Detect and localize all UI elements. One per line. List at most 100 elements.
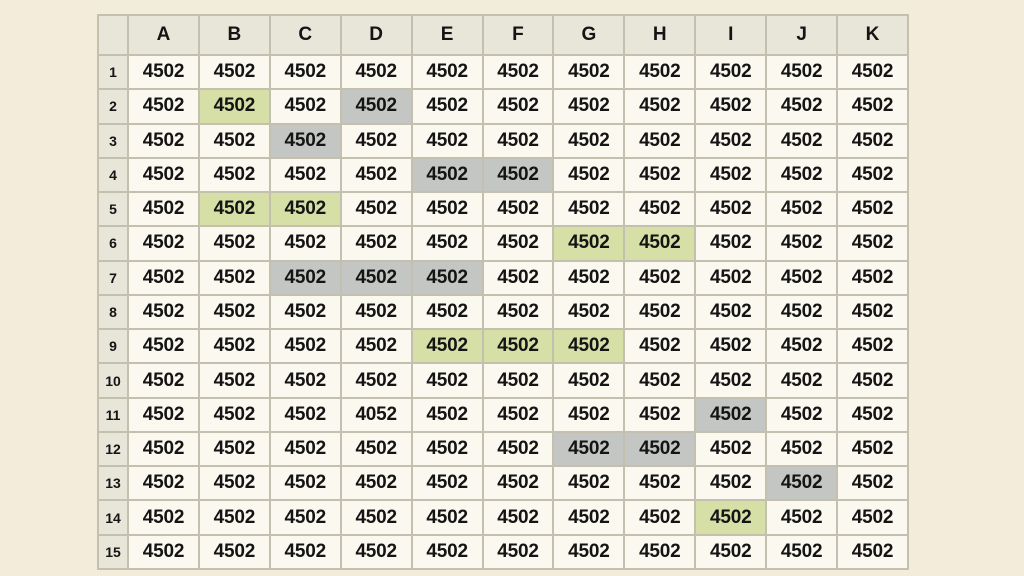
grid-cell[interactable]: 4502 <box>268 88 342 125</box>
grid-cell[interactable]: 4502 <box>410 293 484 331</box>
grid-cell[interactable]: 4502 <box>481 88 555 125</box>
grid-cell-highlight-green[interactable]: 4502 <box>197 88 271 125</box>
grid-cell-highlight-green[interactable]: 4502 <box>552 328 626 365</box>
grid-cell[interactable]: 4502 <box>127 191 200 228</box>
grid-cell[interactable]: 4502 <box>552 156 626 194</box>
grid-cell[interactable]: 4502 <box>127 430 200 468</box>
grid-cell[interactable]: 4502 <box>765 53 839 91</box>
grid-cell[interactable]: 4502 <box>481 225 555 262</box>
grid-cell[interactable]: 4502 <box>623 362 697 399</box>
grid-cell[interactable]: 4502 <box>197 293 271 331</box>
grid-cell[interactable]: 4502 <box>836 88 909 125</box>
grid-cell[interactable]: 4502 <box>552 53 626 91</box>
grid-cell[interactable]: 4502 <box>268 465 342 502</box>
grid-cell[interactable]: 4502 <box>836 156 909 194</box>
grid-cell[interactable]: 4502 <box>552 465 626 502</box>
grid-cell-highlight-green[interactable]: 4502 <box>268 191 342 228</box>
grid-cell[interactable]: 4502 <box>339 293 413 331</box>
grid-cell[interactable]: 4502 <box>197 499 271 536</box>
grid-cell[interactable]: 4502 <box>694 53 768 91</box>
grid-cell[interactable]: 4502 <box>623 53 697 91</box>
grid-cell[interactable]: 4502 <box>623 396 697 433</box>
grid-cell[interactable]: 4502 <box>127 122 200 159</box>
grid-cell-highlight-gray[interactable]: 4502 <box>765 465 839 502</box>
grid-cell[interactable]: 4502 <box>127 88 200 125</box>
grid-cell[interactable]: 4502 <box>836 328 909 365</box>
grid-cell-highlight-gray[interactable]: 4502 <box>268 259 342 296</box>
grid-cell[interactable]: 4502 <box>268 156 342 194</box>
grid-cell[interactable]: 4502 <box>268 362 342 399</box>
grid-cell[interactable]: 4502 <box>339 328 413 365</box>
grid-cell[interactable]: 4502 <box>481 293 555 331</box>
grid-cell[interactable]: 4502 <box>765 259 839 296</box>
grid-cell[interactable]: 4502 <box>127 53 200 91</box>
grid-cell[interactable]: 4502 <box>481 362 555 399</box>
grid-cell[interactable]: 4502 <box>197 156 271 194</box>
grid-cell[interactable]: 4502 <box>339 53 413 91</box>
grid-cell[interactable]: 4502 <box>197 53 271 91</box>
grid-cell[interactable]: 4502 <box>694 156 768 194</box>
grid-cell[interactable]: 4502 <box>836 396 909 433</box>
grid-cell[interactable]: 4502 <box>197 362 271 399</box>
grid-cell[interactable]: 4502 <box>765 156 839 194</box>
grid-cell-highlight-green[interactable]: 4502 <box>623 225 697 262</box>
grid-cell[interactable]: 4502 <box>623 191 697 228</box>
grid-cell[interactable]: 4502 <box>623 465 697 502</box>
grid-cell[interactable]: 4502 <box>481 259 555 296</box>
grid-cell[interactable]: 4502 <box>552 533 626 571</box>
grid-cell[interactable]: 4502 <box>836 122 909 159</box>
grid-cell[interactable]: 4502 <box>836 465 909 502</box>
grid-cell[interactable]: 4502 <box>339 362 413 399</box>
grid-cell-highlight-green[interactable]: 4502 <box>694 499 768 536</box>
grid-cell[interactable]: 4502 <box>410 430 484 468</box>
grid-cell[interactable]: 4502 <box>765 499 839 536</box>
grid-cell[interactable]: 4502 <box>410 499 484 536</box>
grid-cell[interactable]: 4502 <box>765 191 839 228</box>
grid-cell-highlight-gray[interactable]: 4502 <box>268 122 342 159</box>
grid-cell[interactable]: 4502 <box>197 259 271 296</box>
grid-cell[interactable]: 4502 <box>481 499 555 536</box>
grid-cell[interactable]: 4502 <box>268 430 342 468</box>
grid-cell[interactable]: 4502 <box>127 362 200 399</box>
grid-cell[interactable]: 4502 <box>694 362 768 399</box>
grid-cell[interactable]: 4502 <box>765 430 839 468</box>
grid-cell[interactable]: 4502 <box>127 328 200 365</box>
grid-cell[interactable]: 4502 <box>410 533 484 571</box>
grid-cell[interactable]: 4502 <box>127 499 200 536</box>
grid-cell[interactable]: 4502 <box>481 122 555 159</box>
grid-cell[interactable]: 4502 <box>623 122 697 159</box>
grid-cell[interactable]: 4502 <box>339 122 413 159</box>
grid-cell[interactable]: 4502 <box>694 122 768 159</box>
grid-cell-highlight-gray[interactable]: 4502 <box>552 430 626 468</box>
grid-cell[interactable]: 4502 <box>694 293 768 331</box>
grid-cell[interactable]: 4502 <box>197 533 271 571</box>
grid-cell[interactable]: 4502 <box>127 259 200 296</box>
grid-cell[interactable]: 4502 <box>410 225 484 262</box>
grid-cell[interactable]: 4502 <box>552 499 626 536</box>
grid-cell[interactable]: 4502 <box>836 499 909 536</box>
grid-cell[interactable]: 4502 <box>127 225 200 262</box>
grid-cell[interactable]: 4502 <box>197 328 271 365</box>
grid-cell[interactable]: 4502 <box>765 225 839 262</box>
grid-cell[interactable]: 4502 <box>268 328 342 365</box>
grid-cell[interactable]: 4502 <box>410 191 484 228</box>
grid-cell[interactable]: 4502 <box>197 225 271 262</box>
grid-cell[interactable]: 4502 <box>623 328 697 365</box>
grid-cell[interactable]: 4502 <box>765 396 839 433</box>
grid-cell[interactable]: 4502 <box>694 430 768 468</box>
grid-cell[interactable]: 4502 <box>694 88 768 125</box>
grid-cell[interactable]: 4502 <box>127 533 200 571</box>
grid-cell[interactable]: 4502 <box>268 396 342 433</box>
grid-cell[interactable]: 4502 <box>197 430 271 468</box>
grid-cell[interactable]: 4502 <box>481 533 555 571</box>
grid-cell[interactable]: 4502 <box>765 362 839 399</box>
grid-cell[interactable]: 4502 <box>694 533 768 571</box>
grid-cell-highlight-gray[interactable]: 4502 <box>694 396 768 433</box>
grid-cell[interactable]: 4502 <box>623 88 697 125</box>
grid-cell[interactable]: 4502 <box>481 53 555 91</box>
grid-cell[interactable]: 4502 <box>127 293 200 331</box>
grid-cell[interactable]: 4502 <box>339 156 413 194</box>
grid-cell[interactable]: 4502 <box>268 499 342 536</box>
grid-cell[interactable]: 4502 <box>623 259 697 296</box>
grid-cell[interactable]: 4502 <box>836 191 909 228</box>
